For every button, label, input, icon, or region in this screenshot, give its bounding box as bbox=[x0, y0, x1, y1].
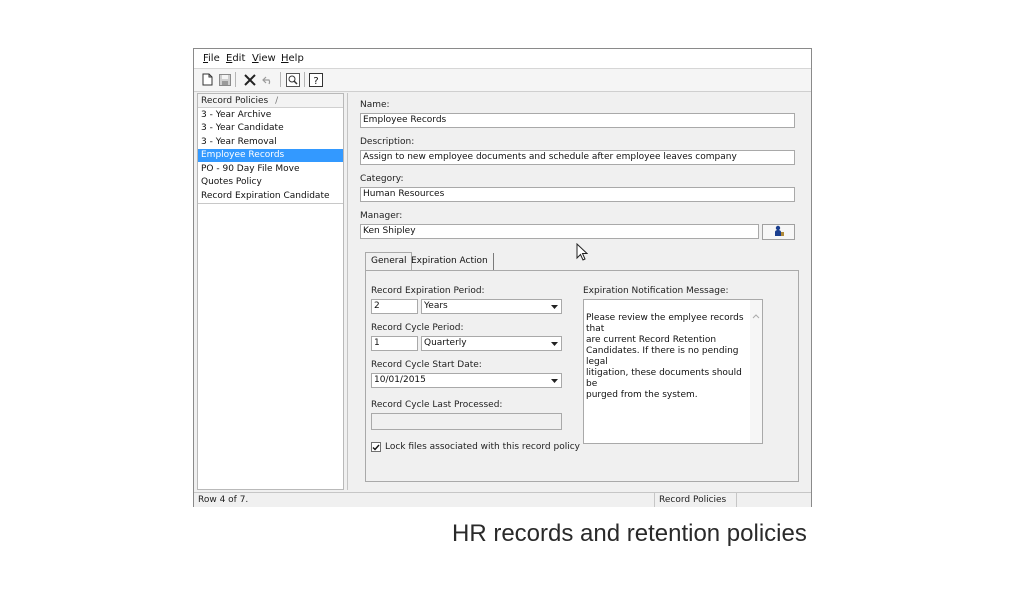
cycle-period-input[interactable]: 1 bbox=[371, 336, 418, 351]
description-label: Description: bbox=[360, 137, 415, 147]
list-item[interactable]: Record Expiration Candidate bbox=[198, 190, 343, 203]
menu-view-rest: iew bbox=[258, 53, 276, 64]
svg-text:?: ? bbox=[313, 76, 318, 87]
menu-help-rest: elp bbox=[288, 53, 304, 64]
toolbar: ? bbox=[194, 68, 811, 92]
list-divider bbox=[198, 203, 343, 204]
menu-help-hotkey: H bbox=[281, 53, 289, 64]
cycle-last-label: Record Cycle Last Processed: bbox=[371, 400, 503, 410]
application-window: File Edit View Help ? Record Policies / … bbox=[193, 48, 812, 507]
menu-help[interactable]: Help bbox=[281, 53, 304, 64]
chevron-down-icon bbox=[549, 375, 560, 386]
list-header[interactable]: Record Policies / bbox=[198, 94, 343, 108]
status-bar: Row 4 of 7. Record Policies bbox=[194, 492, 811, 507]
toolbar-separator bbox=[280, 72, 281, 87]
list-header-label: Record Policies bbox=[201, 96, 269, 106]
toolbar-separator bbox=[304, 72, 305, 87]
textarea-scrollbar[interactable] bbox=[750, 300, 762, 443]
find-icon[interactable] bbox=[285, 72, 300, 87]
menu-edit[interactable]: Edit bbox=[226, 53, 245, 64]
category-label: Category: bbox=[360, 174, 404, 184]
expiration-period-unit-select[interactable]: Years bbox=[421, 299, 562, 314]
general-tab-panel: Record Expiration Period: 2 Years Record… bbox=[365, 270, 799, 482]
help-icon[interactable]: ? bbox=[308, 72, 323, 87]
policy-details-pane: Name: Employee Records Description: Assi… bbox=[347, 93, 809, 490]
status-extra bbox=[736, 493, 811, 507]
toolbar-separator bbox=[235, 72, 236, 87]
undo-icon[interactable] bbox=[260, 72, 275, 87]
mouse-cursor-icon bbox=[576, 242, 589, 265]
save-icon[interactable] bbox=[217, 72, 232, 87]
manager-label: Manager: bbox=[360, 211, 403, 221]
new-document-icon[interactable] bbox=[200, 72, 215, 87]
status-row: Row 4 of 7. bbox=[198, 495, 249, 505]
expiration-period-input[interactable]: 2 bbox=[371, 299, 418, 314]
delete-icon[interactable] bbox=[242, 72, 257, 87]
list-item[interactable]: 3 - Year Archive bbox=[198, 109, 343, 122]
lock-files-checkbox[interactable] bbox=[371, 442, 381, 452]
sort-indicator: / bbox=[275, 96, 279, 106]
cycle-start-date-value: 10/01/2015 bbox=[374, 375, 426, 385]
description-field[interactable]: Assign to new employee documents and sch… bbox=[360, 150, 795, 165]
cycle-start-date-picker[interactable]: 10/01/2015 bbox=[371, 373, 562, 388]
cycle-period-label: Record Cycle Period: bbox=[371, 323, 464, 333]
menu-view[interactable]: View bbox=[252, 53, 276, 64]
list-item-selected[interactable]: Employee Records bbox=[198, 149, 343, 162]
list-item[interactable]: Quotes Policy bbox=[198, 176, 343, 189]
caption: HR records and retention policies bbox=[452, 520, 807, 547]
expiration-period-unit-value: Years bbox=[424, 301, 448, 311]
checkmark-icon bbox=[372, 444, 380, 451]
cycle-period-unit-value: Quarterly bbox=[424, 338, 467, 348]
notification-message-textarea[interactable]: Please review the emplyee records that a… bbox=[583, 299, 763, 444]
notification-message-label: Expiration Notification Message: bbox=[583, 286, 729, 296]
menu-bar: File Edit View Help bbox=[194, 49, 811, 68]
menu-view-hotkey: V bbox=[252, 53, 259, 64]
list-item[interactable]: 3 - Year Removal bbox=[198, 136, 343, 149]
manager-field[interactable]: Ken Shipley bbox=[360, 224, 759, 239]
expiration-period-label: Record Expiration Period: bbox=[371, 286, 485, 296]
lock-files-label: Lock files associated with this record p… bbox=[385, 442, 580, 452]
chevron-down-icon bbox=[549, 301, 560, 312]
status-context: Record Policies bbox=[654, 493, 736, 507]
menu-file[interactable]: File bbox=[203, 53, 220, 64]
list-item[interactable]: 3 - Year Candidate bbox=[198, 122, 343, 135]
record-policies-list: Record Policies / 3 - Year Archive 3 - Y… bbox=[197, 93, 344, 490]
cycle-period-unit-select[interactable]: Quarterly bbox=[421, 336, 562, 351]
tab-expiration-action[interactable]: Expiration Action bbox=[406, 253, 494, 270]
scroll-arrows-icon bbox=[752, 314, 760, 319]
name-label: Name: bbox=[360, 100, 390, 110]
chevron-down-icon bbox=[549, 338, 560, 349]
cycle-start-label: Record Cycle Start Date: bbox=[371, 360, 482, 370]
name-field[interactable]: Employee Records bbox=[360, 113, 795, 128]
manager-lookup-button[interactable] bbox=[762, 224, 795, 240]
list-item[interactable]: PO - 90 Day File Move bbox=[198, 163, 343, 176]
cycle-last-processed-field bbox=[371, 413, 562, 430]
menu-edit-rest: dit bbox=[232, 53, 246, 64]
notification-message-text: Please review the emplyee records that a… bbox=[586, 313, 744, 400]
category-field[interactable]: Human Resources bbox=[360, 187, 795, 202]
user-lookup-icon bbox=[773, 225, 785, 240]
menu-file-rest: ile bbox=[208, 53, 220, 64]
